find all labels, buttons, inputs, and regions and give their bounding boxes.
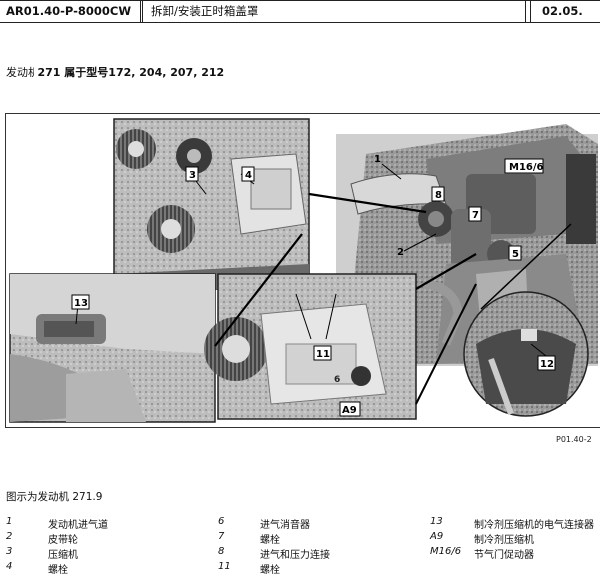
callout-5: 5	[512, 249, 519, 260]
callout-7: 7	[472, 210, 479, 221]
callout-2: 2	[397, 247, 404, 258]
inset-circle-detail	[463, 291, 589, 417]
callout-A9: A9	[342, 405, 357, 416]
figure-caption: 图示为发动机 271.9	[6, 491, 103, 503]
figure-code: P01.40-2	[556, 435, 592, 444]
engine-figure: 1 M16/6 8 7 2 5 3 4 13 11 A9 12 6	[5, 113, 600, 428]
callout-12: 12	[540, 359, 554, 370]
callout-M16-6: M16/6	[509, 162, 544, 173]
doc-title: 拆卸/安装正时箱盖罩	[143, 0, 526, 22]
callout-1: 1	[374, 154, 381, 165]
inset-connector	[9, 273, 216, 423]
engine-applicability: 发动机 271 属于型号172, 204, 207, 212	[6, 64, 224, 80]
callout-6: 6	[334, 375, 340, 385]
doc-date: 02.05.	[542, 4, 583, 18]
engine-illustration: 1 M16/6 8 7 2 5 3 4 13 11 A9 12 6	[9, 118, 598, 423]
callout-3: 3	[189, 170, 196, 181]
doc-code: AR01.40-P-8000CW	[0, 0, 143, 22]
engine-models: 271 属于型号172, 204, 207, 212	[37, 66, 225, 79]
callout-4: 4	[245, 170, 252, 181]
engine-label: 发动机	[6, 66, 34, 77]
inset-compressor-bolts	[204, 273, 417, 420]
callout-13: 13	[74, 298, 88, 309]
document-header: AR01.40-P-8000CW 拆卸/安装正时箱盖罩 02.05.	[0, 0, 600, 23]
callout-8: 8	[435, 190, 442, 201]
callout-11: 11	[316, 349, 330, 360]
